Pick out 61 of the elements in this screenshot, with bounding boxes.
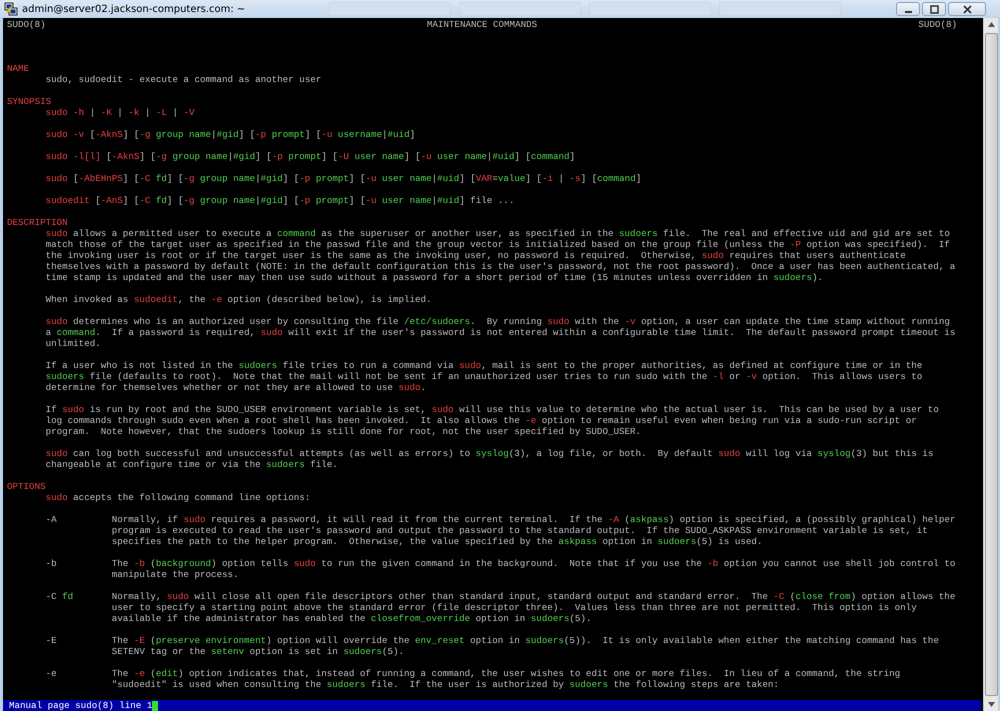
man-page-line: sudo -h | -K | -k | -L | -V — [46, 107, 196, 118]
man-page-line: If a user who is not listed in the sudoers file tries to run a command via sudo, mail is sent to the proper authorities, as defined at configure time or in the — [46, 360, 924, 371]
window-title: admin@server02.jackson-computers.com: ~ — [22, 4, 246, 14]
terminal-app-icon — [4, 2, 18, 16]
man-page-line: sudo can log both successful and unsuccessful attempts (as well as errors) to syslog(3), a log file, or both. By default sudo will log via syslog(3) but this is — [46, 448, 934, 459]
man-page-line: SETENV tag or the setenv option is set in sudoers(5). — [112, 646, 406, 657]
option-label: -C fd — [46, 591, 74, 602]
man-page-line: available if the administrator has enabled the closefrom_override option in sudoers(5). — [112, 613, 592, 624]
man-page-line: specifies the path to the helper program. Otherwise, the value specified by the askpass option in sudoers(5) is used. — [112, 536, 764, 547]
man-page-line: If sudo is run by root and the SUDO_USER environment variable is set, sudo will use this value to determine who the actual user is. This can be used by a user to — [46, 404, 940, 415]
section-heading: DESCRIPTION — [7, 217, 69, 228]
scroll-down-icon[interactable] — [988, 702, 994, 707]
minimize-button[interactable] — [896, 2, 920, 16]
man-header: MAINTENANCE COMMANDS — [426, 19, 538, 30]
maximize-button[interactable] — [922, 2, 946, 16]
close-icon — [962, 4, 972, 14]
scroll-up-icon[interactable] — [988, 22, 994, 27]
man-page-line: The -b (background) option tells sudo to run the given command in the background. Note that if you use the -b option you cannot use shell job control to — [112, 558, 956, 569]
man-page-line: Normally, sudo will close all open file descriptors other than standard input, standard output and standard error. The -C (close from) option allows the — [112, 591, 956, 602]
man-page-line: program. Note however, that the sudoers lookup is still done for root, not the user specified by SUDO_USER. — [46, 426, 642, 437]
man-page-line: "sudoedit" is used when consulting the sudoers file. If the user is authorized by sudoers the following steps are taken: — [112, 679, 780, 690]
man-page-line: sudo, sudoedit - execute a command as another user — [46, 74, 322, 85]
section-heading: OPTIONS — [7, 481, 46, 492]
man-page-line: sudo [-AbEHnPS] [-C fd] [-g group name|#gid] [-p prompt] [-u user name|#uid] [VAR=value] [-i | -s] [command] — [46, 173, 642, 184]
man-page-line: determine for themselves whether or not they are allowed to use sudo. — [46, 382, 428, 393]
section-heading: SYNOPSIS — [7, 96, 52, 107]
man-page-line: Normally, if sudo requires a password, it will read it from the current terminal. If the -A (askpass) option is specified, a (possibly graphical) helper — [112, 514, 956, 525]
option-label: -A — [46, 514, 57, 525]
man-page-line: unlimited. — [46, 338, 102, 349]
man-page-line: sudo -l[l] [-AknS] [-g group name|#gid] [-p prompt] [-U user name] [-u user name|#uid] [command] — [46, 151, 576, 162]
option-label: -e — [46, 668, 57, 679]
section-heading: NAME — [7, 63, 30, 74]
man-page-line: sudo allows a permitted user to execute a command as the superuser or another user, as specified in the sudoers file. The real and effective uid and gid are set to — [46, 228, 951, 239]
scroll-thumb[interactable] — [984, 33, 998, 696]
man-header: SUDO(8) — [7, 19, 46, 30]
man-page-line: program is executed to read the user's password and output the password to the standard output. If the SUDO_ASKPASS environment variable is set, it — [112, 525, 929, 536]
man-page-line: The -e (edit) option indicates that, instead of running a command, the user wishes to edit one or more files. In lieu of a command, the string — [112, 668, 900, 679]
man-page-line: manipulate the process. — [112, 569, 240, 580]
man-page-line: time stamp is updated and the user may then use sudo without a password for a short period of time (15 minutes unless overridden in sudoers). — [46, 272, 824, 283]
man-page-line: match those of the target user as specified in the passwd file and the group vector is initialized based on the group file (unless the -P option was specified). If — [46, 239, 951, 250]
maximize-icon — [930, 4, 938, 14]
man-header: SUDO(8) — [918, 19, 957, 30]
minimize-icon — [904, 10, 912, 12]
man-page-line: sudoedit [-AnS] [-C fd] [-g group name|#gid] [-p prompt] [-u user name|#uid] file ... — [46, 195, 516, 206]
option-label: -b — [46, 558, 57, 569]
scrollbar[interactable] — [983, 18, 998, 711]
man-page-line: sudo -v [-AknS] [-g group name|#gid] [-p prompt] [-u username|#uid] — [46, 129, 416, 140]
option-label: -E — [46, 635, 57, 646]
man-page-line: user to specify a starting point above the standard error (file descriptor three). Values less than three are not permitted. This option is only — [112, 602, 918, 613]
man-page-line: themselves with a password by default (NOTE: in the default configuration this is the user's password, not the root password). Once a user has been authenticated, a — [46, 261, 956, 272]
man-page-line: sudoers file (defaults to root). Note that the mail will not be sent if an unauthorized user tries to run sudo with the -l or -v option. This allows users to — [46, 371, 924, 382]
man-page-line: The -E (preserve environment) option will override the env_reset option in sudoers(5)). It is only available when either the matching command has the — [112, 635, 939, 646]
man-page-line: log commands through sudo even when a root shell has been invoked. It also allows the -e option to remain useful even when being run via a sudo-run script or — [46, 415, 918, 426]
close-button[interactable] — [948, 2, 986, 16]
man-page-line: the invoking user is root or if the target user is the same as the invoking user, no password is required. Otherwise, sudo requires that users authenticate — [46, 250, 907, 261]
man-page-line: sudo accepts the following command line options: — [46, 492, 312, 503]
man-page-line: sudo determines who is an authorized user by consulting the file /etc/sudoers. By running sudo with the -v option, a user can update the time stamp without running — [46, 316, 951, 327]
man-page-line: a command. If a password is required, sudo will exit if the user's password is not entered within a configurable time limit. The default password prompt timeout is — [46, 327, 956, 338]
man-page-line: changeable at configure time or via the sudoers file. — [46, 459, 339, 470]
man-page-line: When invoked as sudoedit, the -e option (described below), is implied. — [46, 294, 433, 305]
text-cursor — [152, 700, 158, 710]
